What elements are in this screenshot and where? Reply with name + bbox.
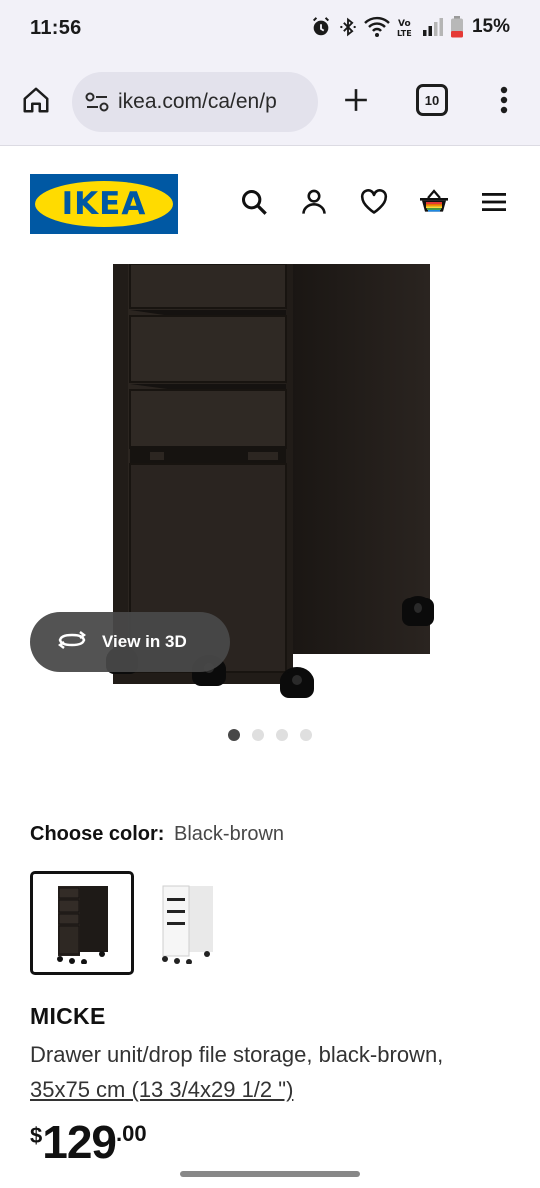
gallery-dot-3[interactable] [276, 729, 288, 741]
view-in-3d-label: View in 3D [102, 632, 187, 651]
black-brown-thumbnail [57, 886, 108, 964]
color-swatch-black-brown[interactable] [30, 871, 134, 975]
product-name: MICKE [30, 1003, 106, 1029]
bluetooth-icon [338, 16, 358, 38]
tabs-button[interactable]: 10 [416, 84, 448, 116]
price-currency: $ [30, 1123, 43, 1148]
status-time: 11:56 [30, 17, 82, 39]
cart-button[interactable] [418, 188, 450, 220]
new-tab-button[interactable] [336, 82, 376, 122]
battery-percent: 15% [471, 16, 510, 37]
status-icons: Vo LTE 15% [310, 16, 510, 38]
home-icon [21, 85, 51, 120]
new-tab-icon [343, 87, 369, 118]
site-settings-icon[interactable] [84, 89, 110, 115]
color-swatch-white[interactable] [135, 871, 239, 975]
gesture-navigation-bar[interactable] [180, 1171, 360, 1177]
product-description-text: Drawer unit/drop file storage, black-bro… [30, 1042, 444, 1067]
status-bar: 11:56 Vo LTE 15% [0, 0, 540, 60]
hamburger-menu-icon [480, 190, 508, 219]
url-bar[interactable]: ikea.com/ca/en/p [72, 72, 318, 132]
product-dimensions-link[interactable]: 35x75 cm (13 3/4x29 1/2 ") [30, 1077, 293, 1102]
price-cents: .00 [116, 1121, 147, 1146]
search-button[interactable] [238, 188, 270, 220]
selected-color-value: Black-brown [174, 823, 285, 845]
main-menu-button[interactable] [478, 188, 510, 220]
more-vert-icon [500, 86, 508, 119]
view-in-3d-button[interactable]: View in 3D [30, 612, 230, 672]
signal-icon [422, 17, 444, 37]
ikea-logo-oval: IKEA [35, 181, 173, 227]
price-whole: 129 [42, 1116, 117, 1168]
gallery-dot-4[interactable] [300, 729, 312, 741]
svg-text:Vo: Vo [398, 19, 411, 29]
product-price: $ 129 .00 [30, 1117, 147, 1167]
url-text: ikea.com/ca/en/p [118, 90, 277, 113]
tab-count: 10 [424, 92, 440, 108]
favorites-icon [360, 188, 388, 221]
account-icon [300, 188, 328, 221]
battery-icon [450, 16, 464, 38]
product-description: Drawer unit/drop file storage, black-bro… [30, 1037, 490, 1107]
browser-toolbar: ikea.com/ca/en/p 10 [0, 60, 540, 146]
ikea-logo-text: IKEA [61, 186, 147, 222]
site-header: IKEA [0, 146, 540, 264]
cart-icon [418, 188, 450, 221]
gallery-dot-1[interactable] [228, 729, 240, 741]
wifi-icon [364, 16, 390, 38]
volte-icon: Vo LTE [396, 16, 416, 38]
rotate-3d-icon [56, 630, 88, 655]
gallery-pagination [228, 729, 312, 741]
favorites-button[interactable] [358, 188, 390, 220]
account-button[interactable] [298, 188, 330, 220]
search-icon [240, 188, 268, 221]
svg-text:LTE: LTE [397, 29, 412, 38]
color-chooser-label: Choose color: Black-brown [30, 823, 284, 846]
alarm-icon [310, 16, 332, 38]
browser-menu-button[interactable] [488, 82, 520, 122]
choose-color-label: Choose color: [30, 823, 165, 845]
white-thumbnail [162, 885, 213, 964]
gallery-dot-2[interactable] [252, 729, 264, 741]
home-button[interactable] [16, 82, 56, 122]
ikea-logo[interactable]: IKEA [30, 174, 178, 234]
